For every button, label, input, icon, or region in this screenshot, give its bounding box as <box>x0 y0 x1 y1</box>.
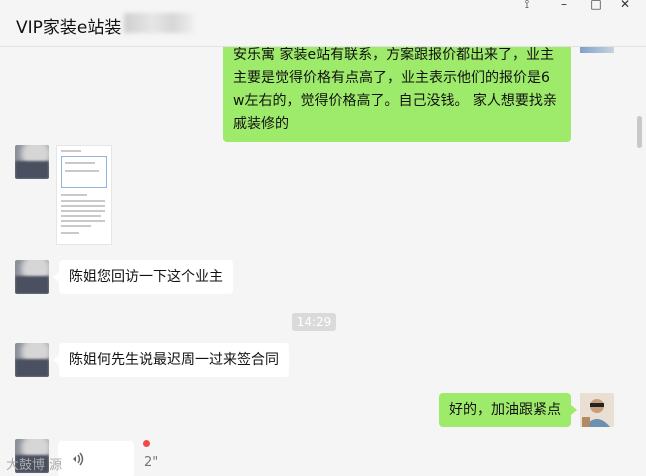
avatar-partial <box>580 47 614 53</box>
scrollbar[interactable] <box>637 116 642 148</box>
chat-title: VIP家装e站装 <box>16 18 122 38</box>
message-line: 戚装修的 <box>233 116 289 132</box>
message-bubble[interactable]: 陈姐您回访一下这个业主 <box>53 260 233 294</box>
title-bar: VIP家装e站装 ⟟ – □ ✕ <box>0 0 646 47</box>
message-bubble-long[interactable]: 安乐寓 家装e站有联系，方案跟报价都出来了，业主 主要是觉得价格有点高了，业主表… <box>223 47 571 142</box>
chat-area[interactable]: 安乐寓 家装e站有联系，方案跟报价都出来了，业主 主要是觉得价格有点高了，业主表… <box>0 47 646 476</box>
timestamp: 14:29 <box>292 313 336 331</box>
message-line: w左右的，觉得价格高了。自己没钱。 家人想要找亲 <box>233 93 557 109</box>
close-icon[interactable]: ✕ <box>614 0 636 12</box>
avatar[interactable] <box>15 260 49 294</box>
message-bubble-mine[interactable]: 好的，加油跟紧点 <box>439 393 577 427</box>
pin-icon[interactable]: ⟟ <box>516 0 538 12</box>
voice-duration: 2" <box>144 455 159 470</box>
maximize-icon[interactable]: □ <box>585 0 607 12</box>
message-line: 主要是觉得价格有点高了，业主表示他们的报价是6 <box>233 70 550 86</box>
voice-message[interactable] <box>58 441 134 476</box>
blurred-title-part <box>124 13 194 33</box>
avatar[interactable] <box>15 343 49 377</box>
unread-dot <box>143 440 150 447</box>
voice-icon <box>73 452 84 466</box>
message-bubble[interactable]: 陈姐何先生说最迟周一过来签合同 <box>53 343 289 377</box>
watermark: 大鼓博 源 <box>6 458 63 473</box>
minimize-icon[interactable]: – <box>553 0 575 12</box>
message-line: 安乐寓 家装e站有联系，方案跟报价都出来了，业主 <box>233 47 555 63</box>
avatar[interactable] <box>15 145 49 179</box>
my-avatar[interactable] <box>580 393 614 427</box>
document-image-message[interactable] <box>56 145 112 245</box>
